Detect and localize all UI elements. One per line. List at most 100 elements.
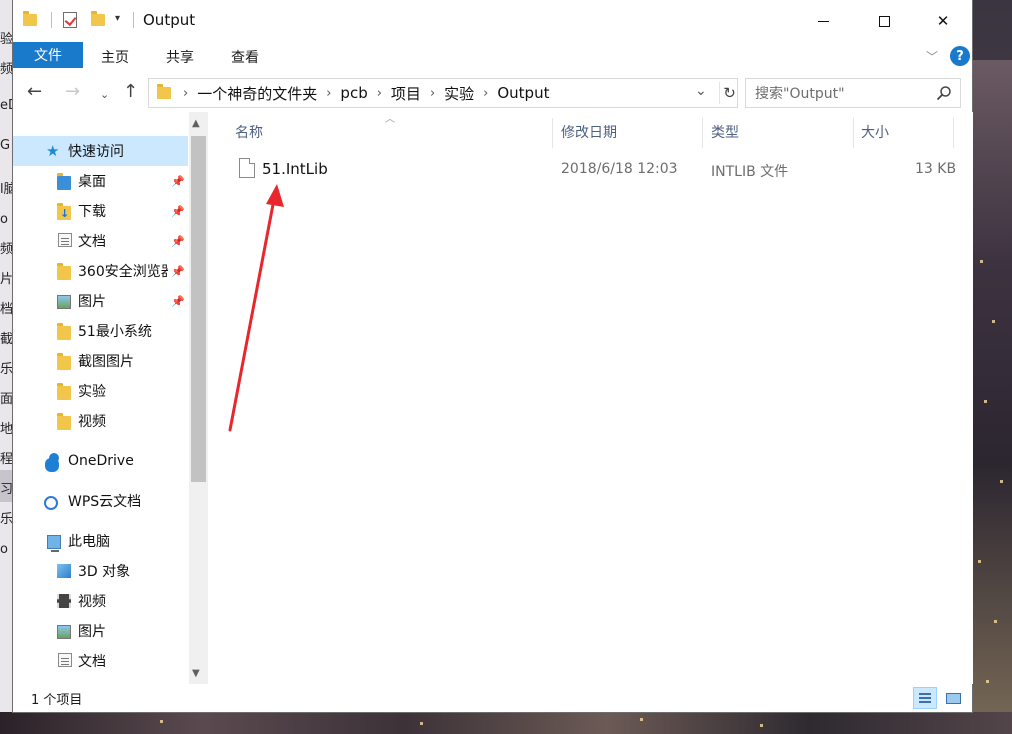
documents-folder-icon [58,653,72,667]
pin-icon[interactable]: 📌 [171,295,185,308]
address-history-chevron-icon[interactable]: ⌄ [695,83,707,99]
breadcrumb-separator-icon[interactable]: › [377,86,382,101]
breadcrumb-separator-icon[interactable]: › [430,86,435,101]
item-count: 1 个项目 [31,693,83,708]
search-icon[interactable] [936,85,952,101]
tab-file[interactable]: 文件 [13,42,83,68]
sidebar-item-51-system[interactable]: 51最小系统 [13,316,188,346]
city-skyline-bottom [0,712,1012,734]
sidebar-item-label: 3D 对象 [78,564,131,580]
sidebar-item-quick-access[interactable]: ★ 快速访问 [13,136,188,166]
sidebar-item-label: 文档 [78,654,106,670]
breadcrumb-separator-icon[interactable]: › [483,86,488,101]
pictures-folder-icon [57,625,71,639]
sidebar-item-documents-pc[interactable]: 文档 [13,646,188,676]
scroll-down-icon[interactable]: ▼ [192,668,200,679]
sidebar-item-pictures[interactable]: 图片 📌 [13,286,188,316]
pictures-folder-icon [57,295,71,309]
sidebar-item-3d-objects[interactable]: 3D 对象 [13,556,188,586]
pin-icon[interactable]: 📌 [171,205,185,218]
sidebar-item-downloads[interactable]: ↓ 下载 📌 [13,196,188,226]
sidebar-item-video-folder[interactable]: 视频 [13,406,188,436]
details-view-button[interactable] [913,687,937,709]
sidebar-item-label: 截图图片 [78,354,134,370]
back-arrow-icon[interactable]: ← [27,83,42,101]
help-button[interactable]: ? [950,46,970,66]
sidebar-item-label: 视频 [78,594,106,610]
sidebar-item-wps-cloud[interactable]: WPS云文档 [13,486,188,516]
scrollbar-thumb[interactable] [191,136,206,482]
explorer-window: ▾ Output ✕ 文件 主页 共享 查看 ﹀ ? ← → ⌄ ↑ › 一个神… [12,0,973,713]
address-folder-icon [157,84,171,99]
onedrive-cloud-icon [45,453,59,472]
wps-cloud-icon [44,496,58,510]
file-list: ︿ 名称 修改日期 类型 大小 51.IntLib 2018/6/18 12:0… [209,112,973,684]
refresh-icon[interactable]: ↻ [719,82,739,104]
sidebar-item-label: 图片 [78,624,106,640]
up-arrow-icon[interactable]: ↑ [123,83,138,101]
sidebar-item-label: OneDrive [68,453,134,469]
recent-locations-chevron-icon[interactable]: ⌄ [100,86,109,104]
minimize-icon [817,20,829,22]
expand-ribbon-chevron-icon[interactable]: ﹀ [926,48,938,65]
folder-icon [57,413,71,430]
breadcrumb-item[interactable]: pcb [340,84,367,102]
breadcrumb-item[interactable]: 实验 [444,83,474,104]
pc-icon [47,535,61,552]
videos-folder-icon [57,594,71,608]
3d-objects-icon [57,564,71,578]
properties-checkmark-icon[interactable] [63,12,77,28]
sidebar-item-screenshots[interactable]: 截图图片 [13,346,188,376]
folder-icon [57,323,71,340]
folder-icon [57,263,71,280]
tab-view[interactable]: 查看 [231,47,259,67]
documents-folder-icon [58,233,72,247]
sidebar-item-onedrive[interactable]: OneDrive [13,446,188,476]
breadcrumb-separator-icon[interactable]: › [326,86,331,101]
pin-icon[interactable]: 📌 [171,265,185,278]
address-bar[interactable]: › 一个神奇的文件夹 › pcb › 项目 › 实验 › Output ⌄ ↻ [148,78,738,108]
sidebar-item-experiment[interactable]: 实验 [13,376,188,406]
navigation-bar: ← → ⌄ ↑ › 一个神奇的文件夹 › pcb › 项目 › 实验 › Out… [13,72,972,112]
sidebar-item-label: 文档 [78,234,106,250]
sidebar-item-documents[interactable]: 文档 📌 [13,226,188,256]
sidebar-item-this-pc[interactable]: 此电脑 [13,526,188,556]
tab-share[interactable]: 共享 [166,47,194,67]
sidebar-item-label: 51最小系统 [78,324,152,340]
breadcrumb-item[interactable]: Output [497,84,549,102]
quick-access-folder-icon[interactable] [23,11,37,26]
desktop-folder-icon [57,173,71,190]
breadcrumb-item[interactable]: 项目 [391,83,421,104]
sidebar-item-label: 下载 [78,204,106,220]
sidebar-item-label: 视频 [78,414,106,430]
sidebar-item-videos[interactable]: 视频 [13,586,188,616]
maximize-icon [878,15,890,27]
scroll-up-icon[interactable]: ▲ [192,118,200,129]
sidebar-item-label: 此电脑 [68,534,110,550]
new-folder-icon[interactable] [91,11,105,26]
search-box[interactable]: 搜索"Output" [745,78,961,108]
ribbon: 文件 主页 共享 查看 ﹀ ? [13,42,972,70]
breadcrumb-separator-icon[interactable]: › [183,86,188,101]
sidebar-item-360-browser[interactable]: 360安全浏览器 📌 [13,256,188,286]
details-view-icon [919,693,931,703]
navigation-scrollbar[interactable]: ▲ ▼ [189,112,208,684]
forward-arrow-icon[interactable]: → [65,83,80,101]
title-bar: ▾ Output ✕ [13,0,972,42]
tab-home[interactable]: 主页 [101,47,129,67]
city-skyline-right [972,60,1012,734]
pin-icon[interactable]: 📌 [171,175,185,188]
breadcrumb-item[interactable]: 一个神奇的文件夹 [197,83,317,104]
close-button[interactable]: ✕ [920,0,966,42]
minimize-button[interactable] [800,0,846,42]
sidebar-item-pictures-pc[interactable]: 图片 [13,616,188,646]
pin-icon[interactable]: 📌 [171,235,185,248]
maximize-button[interactable] [861,0,907,42]
folder-icon [57,353,71,370]
customize-toolbar-dropdown[interactable]: ▾ [115,13,120,24]
large-icons-view-button[interactable] [941,687,965,709]
divider [133,12,134,28]
annotation-arrow-icon [228,184,284,432]
sidebar-item-desktop[interactable]: 桌面 📌 [13,166,188,196]
divider [51,12,52,28]
